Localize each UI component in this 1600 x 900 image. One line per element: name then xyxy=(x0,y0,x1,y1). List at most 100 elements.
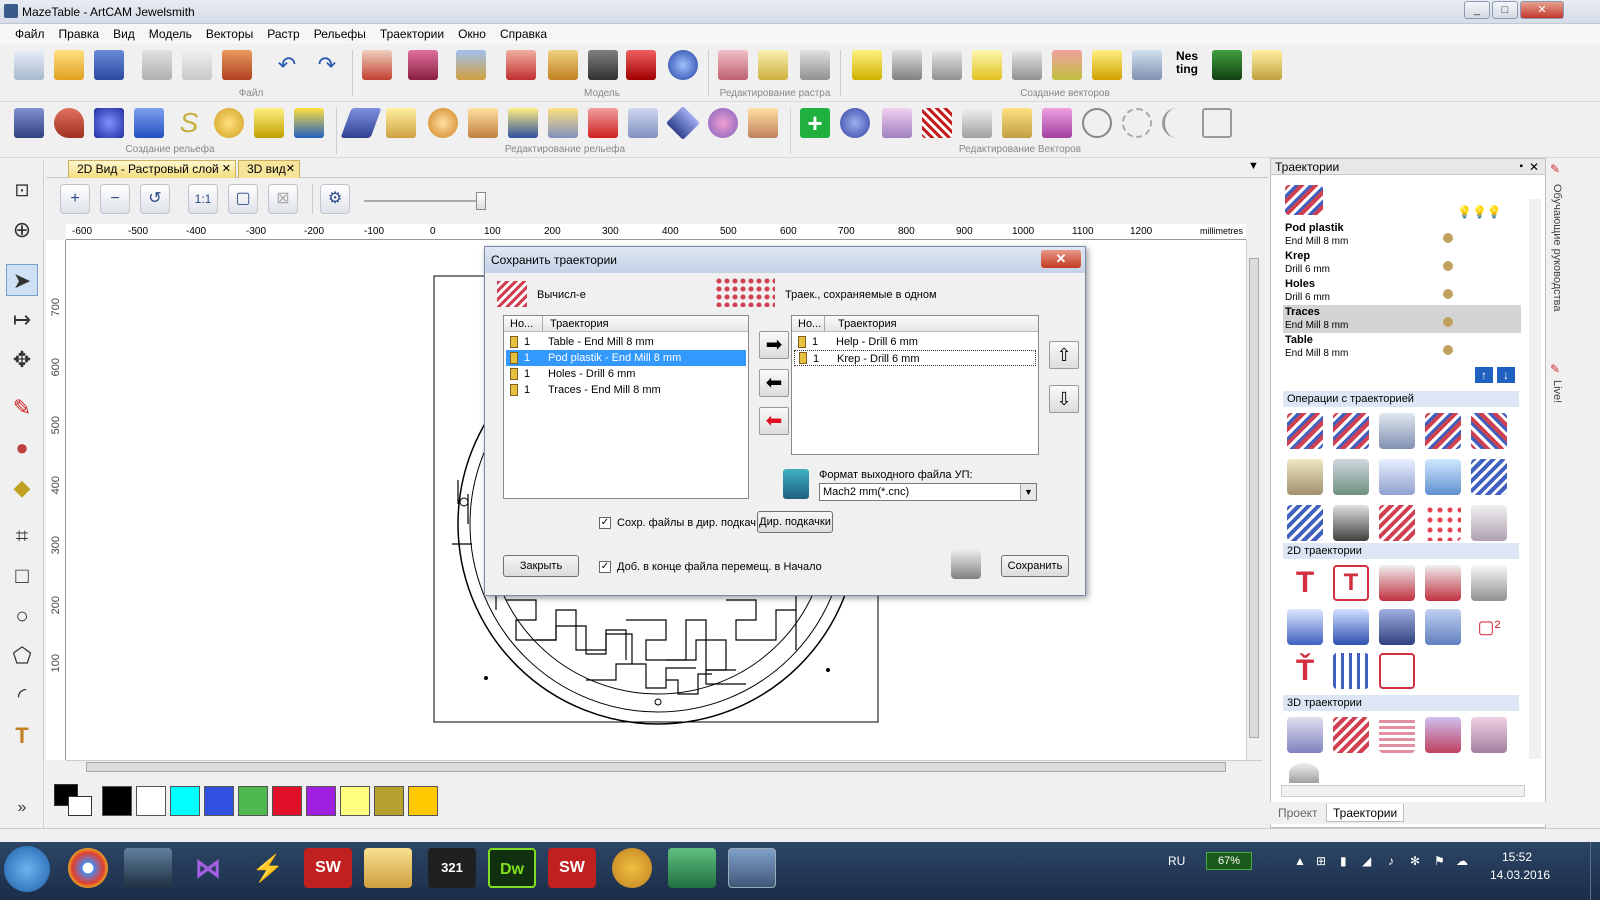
relief-arrow-icon[interactable] xyxy=(134,108,164,138)
paint-icon[interactable] xyxy=(612,848,652,888)
start-button[interactable] xyxy=(4,846,50,892)
relief-pillow-icon[interactable] xyxy=(254,108,284,138)
area-clearance-icon[interactable]: T xyxy=(1333,565,1369,601)
model-icon[interactable] xyxy=(506,50,536,80)
move-all-left-button[interactable]: ⬅ xyxy=(759,407,789,435)
relief-tent-icon[interactable] xyxy=(386,108,416,138)
tray-windows-icon[interactable]: ⊞ xyxy=(1316,854,1326,868)
wizard-icon[interactable] xyxy=(456,50,486,80)
tray-cloud-icon[interactable]: ☁ xyxy=(1456,854,1468,868)
vector-bowl-icon[interactable] xyxy=(840,108,870,138)
live-icon[interactable]: ✎ xyxy=(1550,362,1566,378)
toolpath-row[interactable]: Krep Drill 6 mm xyxy=(1283,249,1521,277)
monitor-app-icon[interactable] xyxy=(124,848,172,888)
raster-3d-icon[interactable] xyxy=(1379,717,1415,753)
panel-hscrollbar[interactable] xyxy=(1281,785,1525,797)
swatch-green[interactable] xyxy=(238,786,268,816)
media-player-icon[interactable]: 321 xyxy=(428,848,476,888)
menu-view[interactable]: Вид xyxy=(106,24,142,44)
vector-curve-icon[interactable] xyxy=(1162,108,1192,138)
merge-icon[interactable] xyxy=(1471,413,1507,449)
chevron-down-icon[interactable]: » xyxy=(6,792,38,824)
toolpath-row[interactable]: Holes Drill 6 mm xyxy=(1283,277,1521,305)
dreamweaver-icon[interactable]: Dw xyxy=(488,848,536,888)
background-color[interactable] xyxy=(68,796,92,816)
relief-star-icon[interactable] xyxy=(94,108,124,138)
minimize-button[interactable]: _ xyxy=(1464,1,1490,19)
smart-engrave-icon[interactable] xyxy=(1379,653,1415,689)
inlay-icon[interactable]: ▢² xyxy=(1471,609,1507,645)
chamfer-icon[interactable] xyxy=(1379,609,1415,645)
vector-trim-icon[interactable] xyxy=(1002,108,1032,138)
column-no[interactable]: Но... xyxy=(510,316,533,332)
pen-icon[interactable] xyxy=(362,50,392,80)
zoom-in-icon[interactable]: + xyxy=(60,184,90,214)
move-left-button[interactable]: ⬅ xyxy=(759,369,789,397)
menu-window[interactable]: Окно xyxy=(451,24,493,44)
vector-mirror-icon[interactable] xyxy=(882,108,912,138)
list-item[interactable]: 1 Help - Drill 6 mm xyxy=(794,334,1036,350)
cut-icon[interactable] xyxy=(142,50,172,80)
panel-pin-icon[interactable]: ▪ xyxy=(1519,159,1523,175)
redo-icon[interactable]: ↷ xyxy=(312,50,342,80)
relief-diamond-icon[interactable] xyxy=(666,106,700,140)
move-down-button[interactable]: ⇩ xyxy=(1049,385,1079,413)
swatch-blue[interactable] xyxy=(204,786,234,816)
plunge-icon[interactable] xyxy=(1333,609,1369,645)
rotate-toolpath-icon[interactable] xyxy=(1333,505,1369,541)
toolpath-row[interactable]: Traces End Mill 8 mm xyxy=(1283,305,1521,333)
relief-arch-icon[interactable] xyxy=(548,108,578,138)
globe-view-icon[interactable]: ⊕ xyxy=(6,214,38,246)
raster-fill-icon[interactable] xyxy=(758,50,788,80)
offset-toolpath-icon[interactable] xyxy=(1379,505,1415,541)
solidworks-2-icon[interactable]: SW xyxy=(548,848,596,888)
chrome-icon[interactable] xyxy=(68,848,108,888)
node-points-icon[interactable] xyxy=(892,50,922,80)
map-toolpath-icon[interactable] xyxy=(1471,505,1507,541)
section-2d-toolpaths[interactable]: 2D траектории xyxy=(1283,543,1519,559)
tray-flag-icon[interactable]: ⚑ xyxy=(1434,854,1445,868)
scrollbar-thumb[interactable] xyxy=(86,762,1226,772)
select-arrow-icon[interactable]: ➤ xyxy=(6,264,38,296)
tab-3d-view[interactable]: 3D вид ✕ xyxy=(238,160,300,178)
relief-column-icon[interactable] xyxy=(628,108,658,138)
language-indicator[interactable]: RU xyxy=(1168,854,1185,868)
fluting-icon[interactable] xyxy=(1425,609,1461,645)
fill-icon[interactable]: ◆ xyxy=(6,472,38,504)
tray-settings-icon[interactable]: ✻ xyxy=(1410,854,1420,868)
arc-icon[interactable] xyxy=(972,50,1002,80)
z-level-icon[interactable] xyxy=(1333,717,1369,753)
menu-vectors[interactable]: Векторы xyxy=(199,24,260,44)
vector-pen-icon[interactable] xyxy=(1052,50,1082,80)
zoom-actual-icon[interactable]: 1:1 xyxy=(188,184,218,214)
format-select[interactable]: Mach2 mm(*.cnc) ▼ xyxy=(819,483,1037,501)
relief-santa-icon[interactable] xyxy=(588,108,618,138)
stock-icon[interactable] xyxy=(1425,459,1461,495)
zoom-previous-icon[interactable]: ↺ xyxy=(140,184,170,214)
relief-box-icon[interactable] xyxy=(508,108,538,138)
close-button[interactable]: ✕ xyxy=(1520,1,1564,19)
zoom-fit-icon[interactable]: ▢ xyxy=(228,184,258,214)
polygon-icon[interactable]: ⬠ xyxy=(6,640,38,672)
swatch-black[interactable] xyxy=(102,786,132,816)
vector-group-icon[interactable] xyxy=(1042,108,1072,138)
column-no[interactable]: Но... xyxy=(798,316,821,332)
append-home-checkbox[interactable]: ✓ xyxy=(599,561,611,573)
move-right-button[interactable]: ➡ xyxy=(759,331,789,359)
simulate-icon[interactable] xyxy=(1379,413,1415,449)
green-app-icon[interactable] xyxy=(668,848,716,888)
canvas-vertical-scrollbar[interactable] xyxy=(1246,240,1262,760)
relief-eraser-icon[interactable] xyxy=(748,108,778,138)
engraving-icon[interactable] xyxy=(1471,565,1507,601)
swatch-olive[interactable] xyxy=(374,786,404,816)
vcarve-icon[interactable] xyxy=(1379,565,1415,601)
toolpath-info-icon[interactable] xyxy=(1333,413,1369,449)
slider-handle[interactable] xyxy=(476,192,486,210)
open-folder-icon[interactable] xyxy=(54,50,84,80)
new-file-icon[interactable] xyxy=(14,50,44,80)
zoom-out-icon[interactable]: − xyxy=(100,184,130,214)
tab-2d-view[interactable]: 2D Вид - Растровый слой ✕ xyxy=(68,160,236,178)
tab-close-icon[interactable]: ✕ xyxy=(222,161,231,178)
close-dialog-button[interactable]: Закрыть xyxy=(503,555,579,577)
swatch-cyan[interactable] xyxy=(170,786,200,816)
